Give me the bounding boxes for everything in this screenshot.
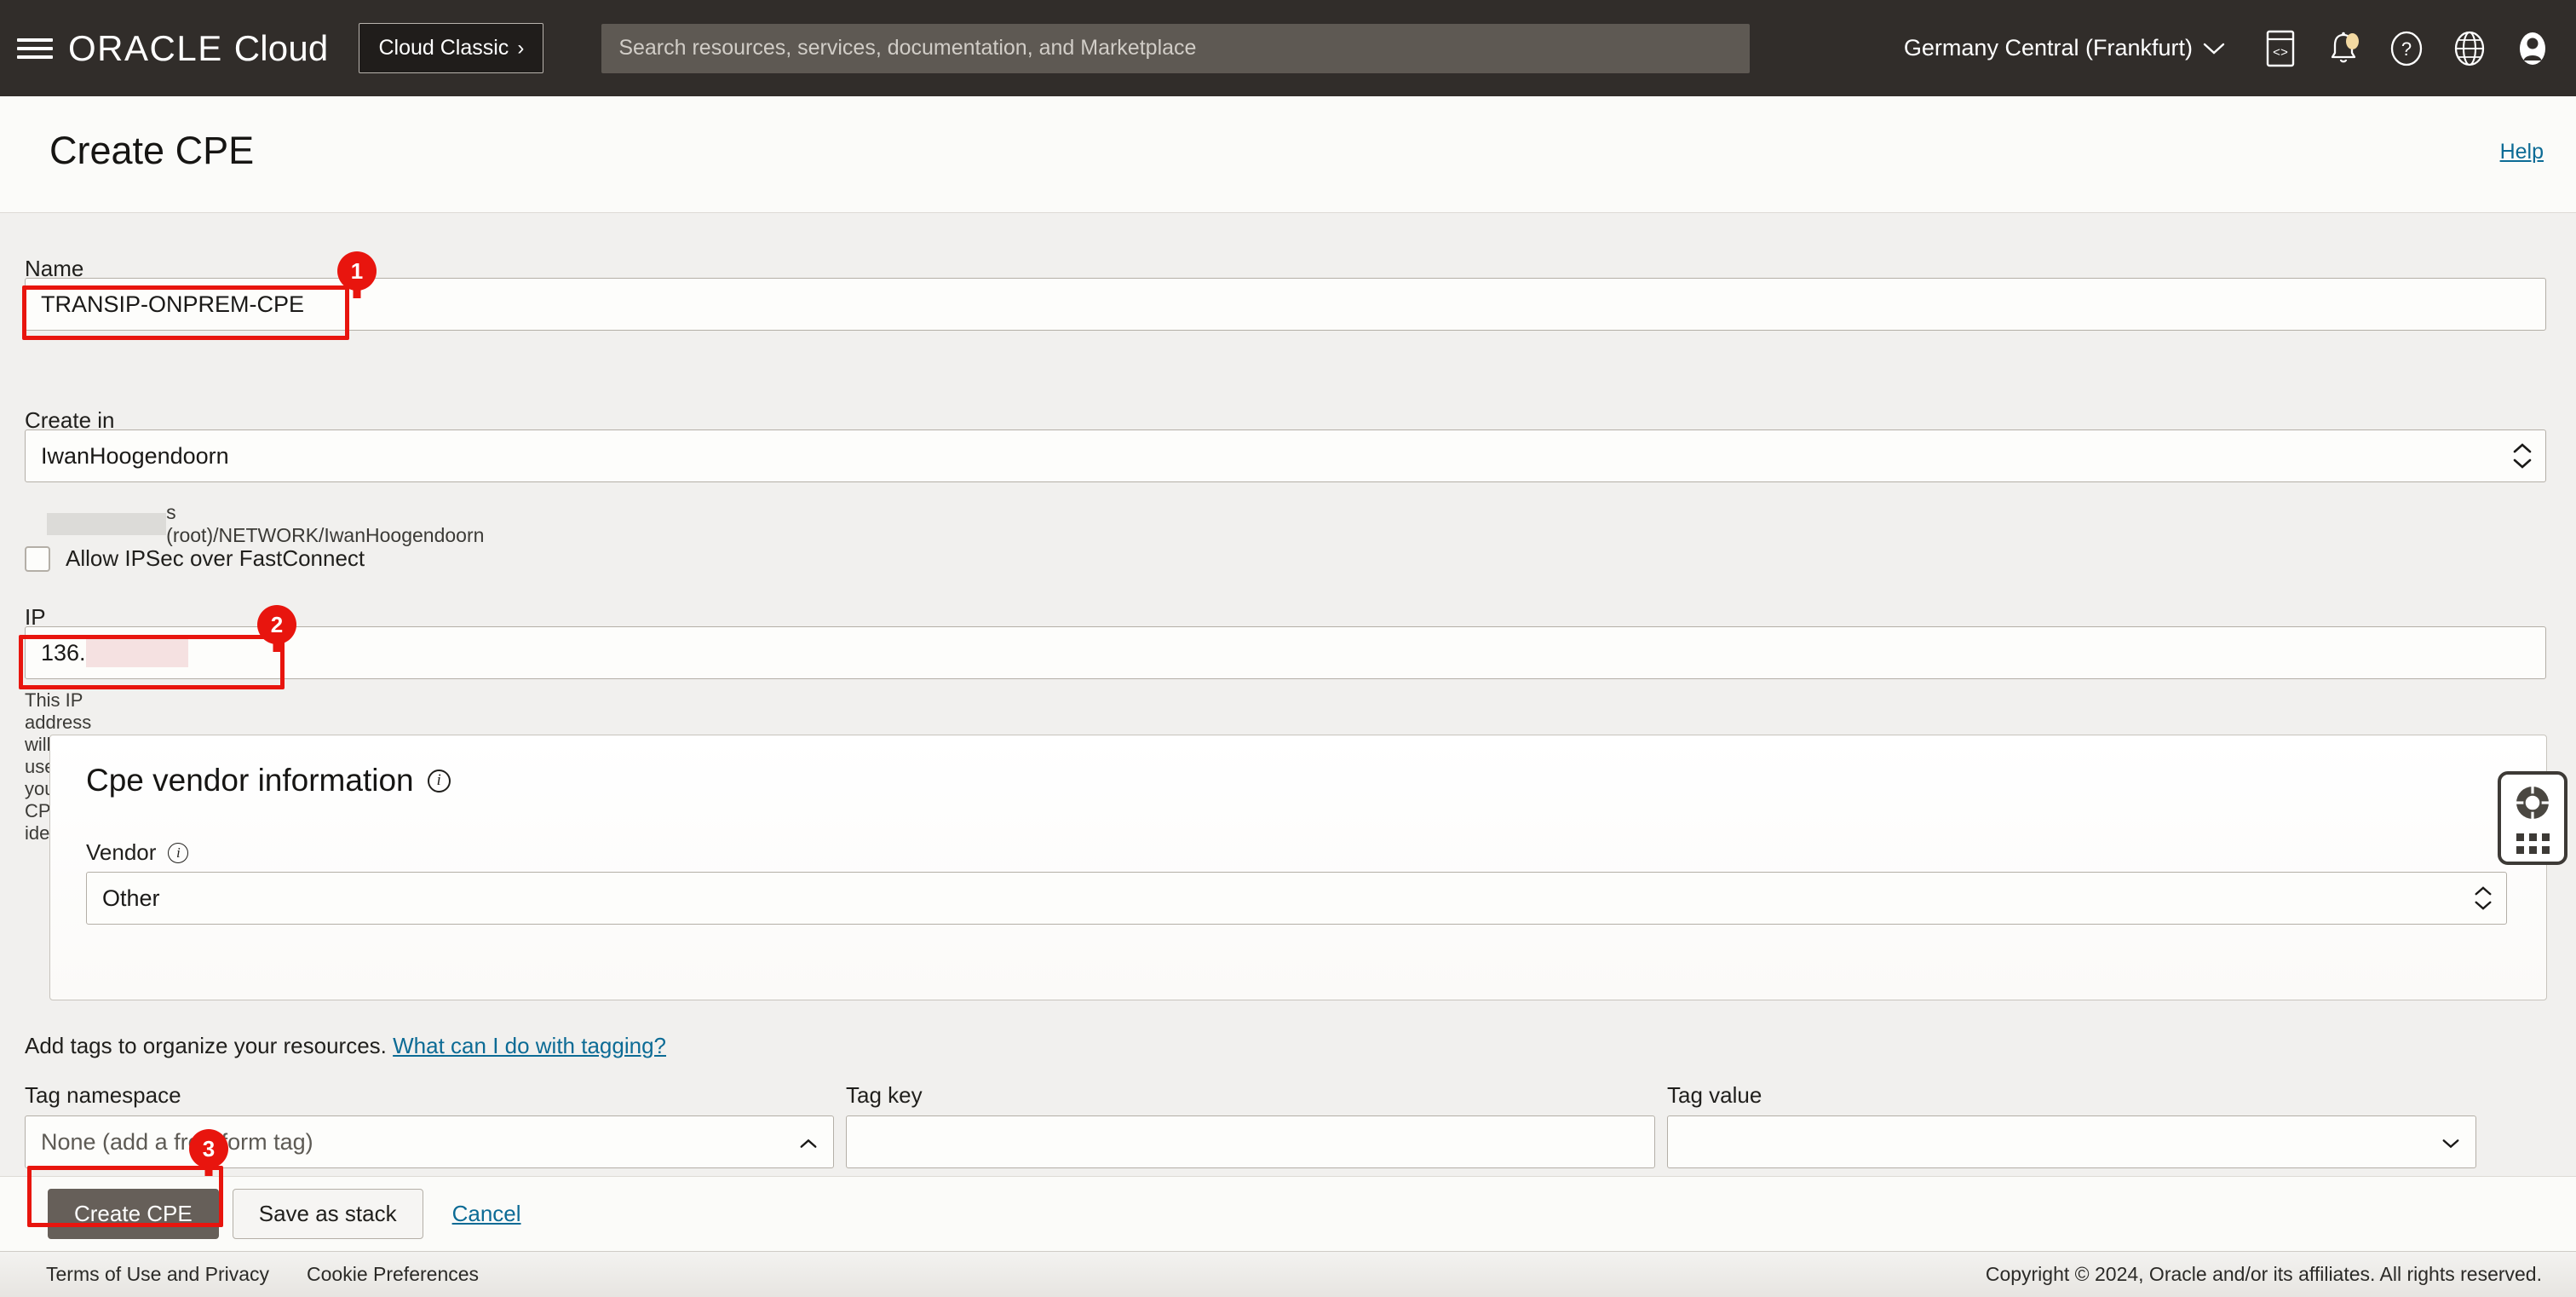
tag-value-label: Tag value (1667, 1082, 1762, 1108)
create-cpe-button[interactable]: Create CPE (48, 1189, 219, 1239)
help-question-icon[interactable]: ? (2387, 29, 2426, 68)
language-globe-icon[interactable] (2450, 29, 2489, 68)
tag-value-input[interactable] (1667, 1115, 2476, 1168)
redacted-tenancy-name (47, 513, 167, 535)
help-link[interactable]: Help (2500, 140, 2544, 164)
tag-namespace-select[interactable]: None (add a free-form tag) (25, 1115, 834, 1168)
tag-key-group: Tag key (846, 1082, 1655, 1168)
tag-namespace-group: Tag namespace None (add a free-form tag) (25, 1082, 834, 1168)
ip-address-input[interactable]: 136. (25, 626, 2546, 679)
vendor-panel-title: Cpe vendor information i (86, 763, 451, 798)
top-navigation-bar: ORACLE Cloud Cloud Classic › Germany Cen… (0, 0, 2576, 96)
global-search-input[interactable] (601, 23, 1751, 73)
compartment-path-text: s (root)/NETWORK/IwanHoogendoorn (166, 501, 485, 546)
redacted-ip-octets (85, 638, 188, 667)
svg-text:?: ? (2401, 38, 2412, 60)
save-as-stack-button[interactable]: Save as stack (232, 1189, 423, 1239)
copyright-text: Copyright © 2024, Oracle and/or its affi… (1985, 1263, 2542, 1285)
tag-namespace-label: Tag namespace (25, 1082, 181, 1108)
cpe-vendor-information-panel: Cpe vendor information i Vendor i Other (49, 735, 2547, 1000)
tag-key-input[interactable] (846, 1115, 1655, 1168)
page-header: Create CPE (0, 96, 2576, 213)
info-icon[interactable]: i (168, 842, 189, 863)
vendor-label: Vendor (86, 839, 157, 865)
terms-of-use-link[interactable]: Terms of Use and Privacy (46, 1263, 269, 1286)
brand-cloud-text: Cloud (233, 27, 329, 68)
brand-oracle-text: ORACLE (68, 27, 223, 68)
tag-row: Tag namespace None (add a free-form tag)… (25, 1082, 2551, 1168)
chevron-down-icon (2203, 43, 2225, 55)
fastconnect-checkbox-row[interactable]: Allow IPSec over FastConnect (25, 545, 365, 572)
fastconnect-checkbox[interactable] (25, 545, 50, 572)
cloud-classic-button[interactable]: Cloud Classic › (359, 23, 544, 73)
page-title: Create CPE (49, 129, 255, 172)
ip-address-value: 136. (41, 639, 86, 666)
region-label: Germany Central (Frankfurt) (1903, 35, 2193, 61)
name-input[interactable] (25, 278, 2546, 331)
vendor-selected-value: Other (102, 885, 160, 911)
hamburger-line (17, 55, 53, 59)
oracle-cloud-logo[interactable]: ORACLE Cloud (68, 28, 328, 69)
hamburger-line (17, 37, 53, 42)
vendor-select[interactable]: Other (86, 872, 2507, 925)
footer-links: Terms of Use and Privacy Cookie Preferen… (0, 1263, 479, 1286)
tag-key-label: Tag key (846, 1082, 923, 1108)
page-footer: Terms of Use and Privacy Cookie Preferen… (0, 1251, 2576, 1297)
nav-right-cluster: Germany Central (Frankfurt) <> ? (1904, 29, 2552, 68)
form-action-bar: Create CPE Save as stack Cancel (0, 1176, 2576, 1251)
chevron-down-icon (2441, 1129, 2460, 1156)
hamburger-line (17, 46, 53, 50)
cookie-preferences-link[interactable]: Cookie Preferences (307, 1263, 479, 1286)
cloud-classic-label: Cloud Classic (378, 36, 509, 60)
tagging-help-link[interactable]: What can I do with tagging? (393, 1033, 666, 1058)
tags-intro-text: Add tags to organize your resources. (25, 1033, 387, 1058)
vendor-panel-title-text: Cpe vendor information (86, 763, 414, 798)
fastconnect-checkbox-label: Allow IPSec over FastConnect (66, 545, 365, 571)
chevron-up-icon (799, 1129, 818, 1156)
cloud-shell-icon[interactable]: <> (2261, 29, 2300, 68)
notification-indicator-dot (2346, 32, 2359, 49)
compartment-select[interactable] (25, 429, 2546, 482)
notifications-bell-icon[interactable] (2324, 29, 2363, 68)
tag-value-group: Tag value (1667, 1082, 2476, 1168)
tags-intro: Add tags to organize your resources. Wha… (25, 1033, 666, 1059)
lifebuoy-support-icon[interactable] (2513, 783, 2552, 827)
svg-text:<>: <> (2273, 46, 2288, 61)
cancel-link[interactable]: Cancel (452, 1201, 521, 1227)
tag-namespace-value: None (add a free-form tag) (41, 1128, 313, 1155)
compartment-select-wrapper[interactable] (25, 429, 2546, 482)
vendor-label-row: Vendor i (86, 839, 189, 866)
user-avatar-icon[interactable] (2513, 29, 2552, 68)
stepper-chevrons-icon (2474, 885, 2493, 911)
info-icon[interactable]: i (427, 769, 451, 793)
hamburger-menu-icon[interactable] (17, 35, 53, 62)
dots-grid-drag-handle[interactable] (2516, 833, 2550, 854)
region-selector[interactable]: Germany Central (Frankfurt) (1904, 35, 2225, 61)
compartment-path: s (root)/NETWORK/IwanHoogendoorn (47, 501, 488, 547)
chevron-right-icon: › (517, 36, 525, 60)
create-cpe-form: Name Create in compartment s (root)/NETW… (0, 213, 2576, 1176)
support-widget[interactable] (2498, 771, 2567, 865)
